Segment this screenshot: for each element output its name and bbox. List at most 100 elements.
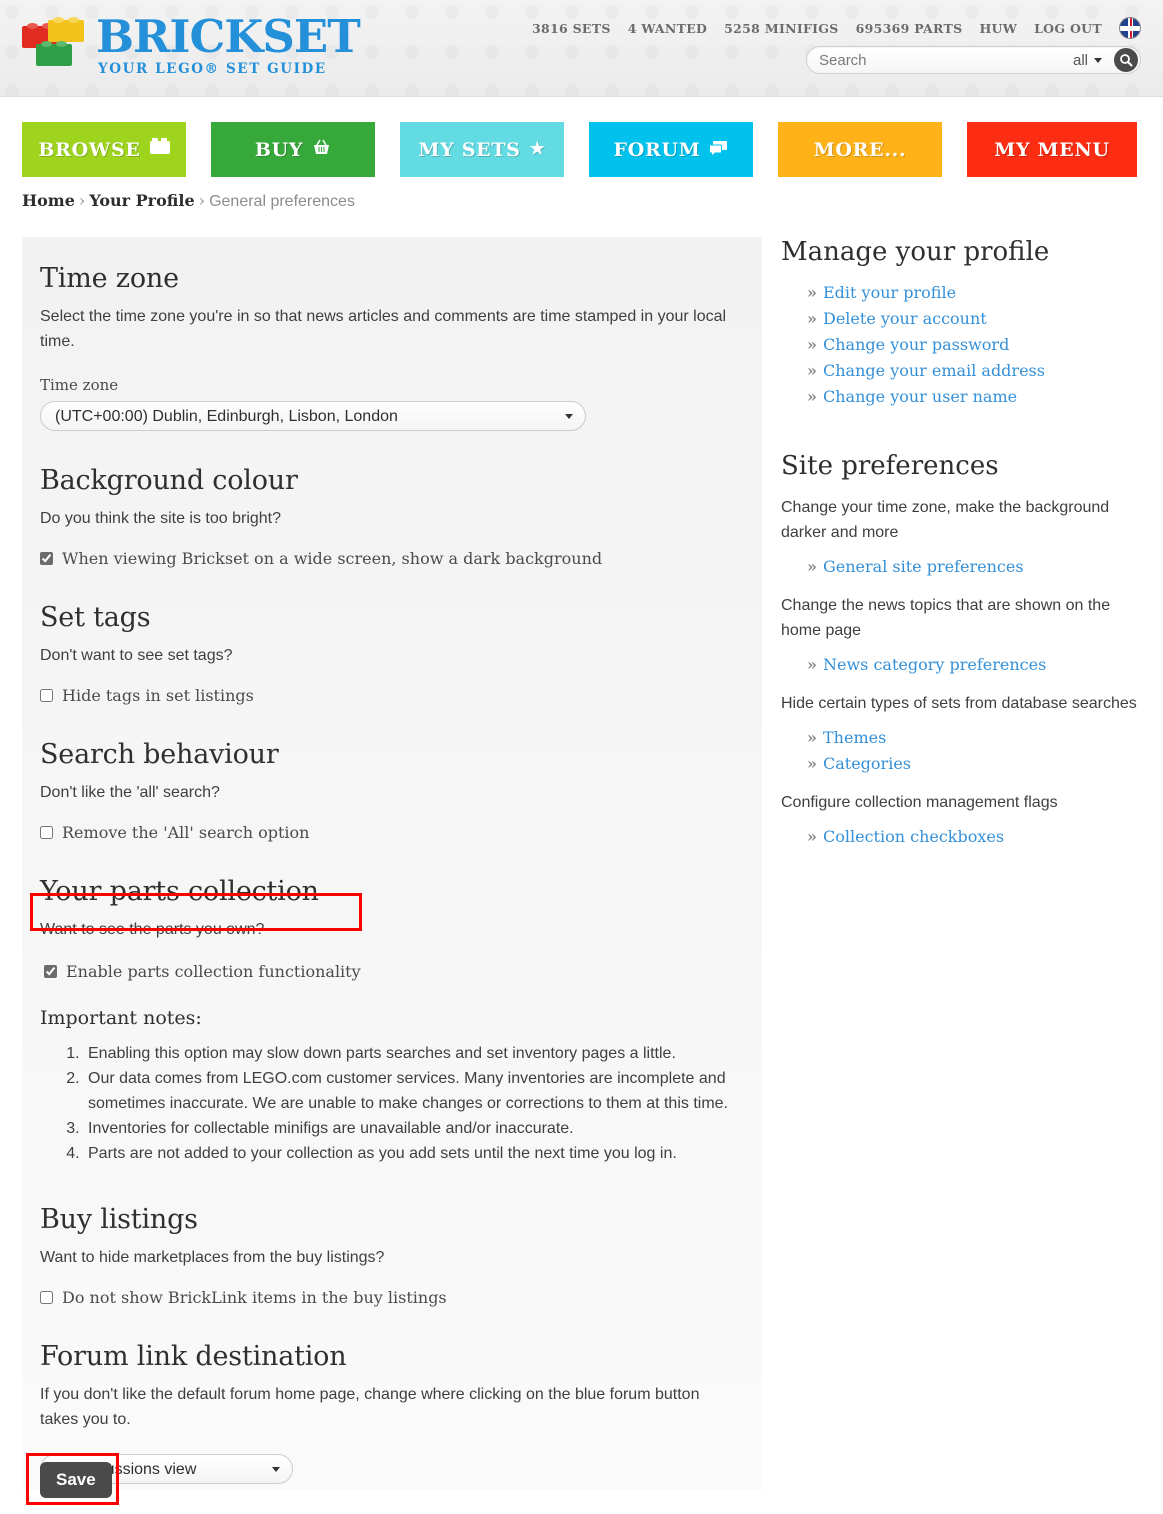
remove-all-search-label: Remove the 'All' search option xyxy=(62,823,310,842)
section-forum-link: Forum link destination If you don't like… xyxy=(40,1341,744,1484)
bullet-icon: » xyxy=(807,557,817,576)
manage-profile-heading: Manage your profile xyxy=(781,237,1050,267)
section-parts-collection: Your parts collection Want to see the pa… xyxy=(40,876,744,1166)
bullet-icon: » xyxy=(807,754,817,773)
buy-listings-heading: Buy listings xyxy=(40,1204,198,1235)
buy-listings-checkbox-row[interactable]: Do not show BrickLink items in the buy l… xyxy=(40,1288,744,1307)
list-item: » General site preferences xyxy=(807,555,1151,579)
stat-minifigs[interactable]: 5258 MINIFIGS xyxy=(724,21,838,36)
stat-sets[interactable]: 3816 SETS xyxy=(532,21,611,36)
search-scope-value[interactable]: all xyxy=(1073,52,1094,69)
note-item: Inventories for collectable minifigs are… xyxy=(84,1116,744,1141)
stat-parts[interactable]: 695369 PARTS xyxy=(856,21,963,36)
search-icon[interactable] xyxy=(1114,48,1138,72)
bullet-icon: » xyxy=(807,361,817,380)
hide-tags-checkbox[interactable] xyxy=(40,689,53,702)
chevron-down-icon[interactable] xyxy=(1094,57,1102,63)
nav-forum-label: FORUM xyxy=(613,138,701,161)
background-lead: Do you think the site is too bright? xyxy=(40,510,282,527)
site-header: BRICKSET YOUR LEGO® SET GUIDE 3816 SETS … xyxy=(0,0,1163,97)
site-preferences-heading: Site preferences xyxy=(781,451,999,481)
link-change-your-password[interactable]: Change your password xyxy=(823,335,1009,354)
bullet-icon: » xyxy=(807,309,817,328)
brickset-logo[interactable]: BRICKSET YOUR LEGO® SET GUIDE xyxy=(22,10,361,77)
list-item: » Categories xyxy=(807,752,1151,776)
breadcrumb-your-profile[interactable]: Your Profile xyxy=(89,191,194,210)
dark-background-label: When viewing Brickset on a wide screen, … xyxy=(62,549,603,568)
site-pref-text: Change the news topics that are shown on… xyxy=(781,597,1111,639)
search-bar[interactable]: all xyxy=(806,46,1141,74)
forum-link-lead: If you don't like the default forum home… xyxy=(40,1386,700,1428)
section-time-zone: Time zone Select the time zone you're in… xyxy=(40,263,744,431)
logo-title: BRICKSET xyxy=(96,10,361,63)
search-input[interactable] xyxy=(807,47,1073,73)
site-pref-links: » News category preferences xyxy=(781,653,1151,677)
nav-my-sets[interactable]: MY SETS ★ xyxy=(400,122,564,177)
list-item: » Collection checkboxes xyxy=(807,825,1151,849)
set-tags-heading: Set tags xyxy=(40,602,151,633)
nav-buy-label: BUY xyxy=(254,138,304,161)
bullet-icon: » xyxy=(807,827,817,846)
site-pref-text: Hide certain types of sets from database… xyxy=(781,695,1137,712)
parts-collection-heading: Your parts collection xyxy=(40,876,319,907)
uk-flag-icon[interactable] xyxy=(1119,17,1141,39)
link-change-your-user-name[interactable]: Change your user name xyxy=(823,387,1017,406)
note-item: Our data comes from LEGO.com customer se… xyxy=(84,1066,744,1116)
hide-bricklink-checkbox[interactable] xyxy=(40,1291,53,1304)
username-link[interactable]: HUW xyxy=(979,21,1017,36)
important-notes-heading: Important notes: xyxy=(40,1007,202,1029)
nav-forum[interactable]: FORUM xyxy=(589,122,753,177)
remove-all-search-checkbox[interactable] xyxy=(40,826,53,839)
list-item: » Delete your account xyxy=(807,307,1151,331)
link-categories[interactable]: Categories xyxy=(823,754,911,773)
important-notes-list: Enabling this option may slow down parts… xyxy=(40,1041,744,1166)
parts-collection-lead: Want to see the parts you own? xyxy=(40,921,265,938)
nav-more-label: MORE... xyxy=(813,138,907,161)
nav-buy[interactable]: BUY xyxy=(211,122,375,177)
breadcrumb-separator-2: › xyxy=(198,191,206,210)
section-buy-listings: Buy listings Want to hide marketplaces f… xyxy=(40,1204,744,1307)
site-pref-group: Change the news topics that are shown on… xyxy=(781,593,1151,677)
time-zone-heading: Time zone xyxy=(40,263,179,294)
list-item: » Change your password xyxy=(807,333,1151,357)
link-delete-your-account[interactable]: Delete your account xyxy=(823,309,987,328)
breadcrumb-home[interactable]: Home xyxy=(22,191,75,210)
logout-link[interactable]: LOG OUT xyxy=(1034,21,1102,36)
stat-wanted[interactable]: 4 WANTED xyxy=(628,21,707,36)
parts-collection-checkbox-row[interactable]: Enable parts collection functionality xyxy=(40,962,744,981)
time-zone-select-wrap[interactable]: (UTC+00:00) Dublin, Edinburgh, Lisbon, L… xyxy=(40,401,586,431)
nav-browse[interactable]: BROWSE xyxy=(22,122,186,177)
time-zone-field-label: Time zone xyxy=(40,376,119,394)
site-pref-group: Configure collection management flags » C… xyxy=(781,790,1151,849)
search-behaviour-checkbox-row[interactable]: Remove the 'All' search option xyxy=(40,823,744,842)
section-background-colour: Background colour Do you think the site … xyxy=(40,465,744,568)
search-behaviour-heading: Search behaviour xyxy=(40,739,279,770)
breadcrumb-current: General preferences xyxy=(209,193,355,210)
section-set-tags: Set tags Don't want to see set tags? Hid… xyxy=(40,602,744,705)
bullet-icon: » xyxy=(807,728,817,747)
bullet-icon: » xyxy=(807,655,817,674)
bullet-icon: » xyxy=(807,283,817,302)
enable-parts-collection-checkbox[interactable] xyxy=(44,965,57,978)
link-general-site-preferences[interactable]: General site preferences xyxy=(823,557,1024,576)
link-themes[interactable]: Themes xyxy=(823,728,886,747)
site-pref-links: » General site preferences xyxy=(781,555,1151,579)
nav-my-menu[interactable]: MY MENU xyxy=(967,122,1137,177)
list-item: » News category preferences xyxy=(807,653,1151,677)
link-collection-checkboxes[interactable]: Collection checkboxes xyxy=(823,827,1004,846)
section-search-behaviour: Search behaviour Don't like the 'all' se… xyxy=(40,739,744,842)
save-button[interactable]: Save xyxy=(40,1462,112,1498)
background-checkbox-row[interactable]: When viewing Brickset on a wide screen, … xyxy=(40,549,744,568)
site-pref-text: Configure collection management flags xyxy=(781,794,1058,811)
set-tags-checkbox-row[interactable]: Hide tags in set listings xyxy=(40,686,744,705)
link-news-category-preferences[interactable]: News category preferences xyxy=(823,655,1046,674)
link-change-your-email-address[interactable]: Change your email address xyxy=(823,361,1045,380)
nav-more[interactable]: MORE... xyxy=(778,122,942,177)
link-edit-your-profile[interactable]: Edit your profile xyxy=(823,283,956,302)
note-item: Parts are not added to your collection a… xyxy=(84,1141,744,1166)
logo-subtitle: YOUR LEGO® SET GUIDE xyxy=(98,61,327,77)
site-pref-text: Change your time zone, make the backgrou… xyxy=(781,499,1110,541)
dark-background-checkbox[interactable] xyxy=(40,552,53,565)
time-zone-select[interactable]: (UTC+00:00) Dublin, Edinburgh, Lisbon, L… xyxy=(40,401,586,431)
enable-parts-collection-label: Enable parts collection functionality xyxy=(66,962,361,981)
